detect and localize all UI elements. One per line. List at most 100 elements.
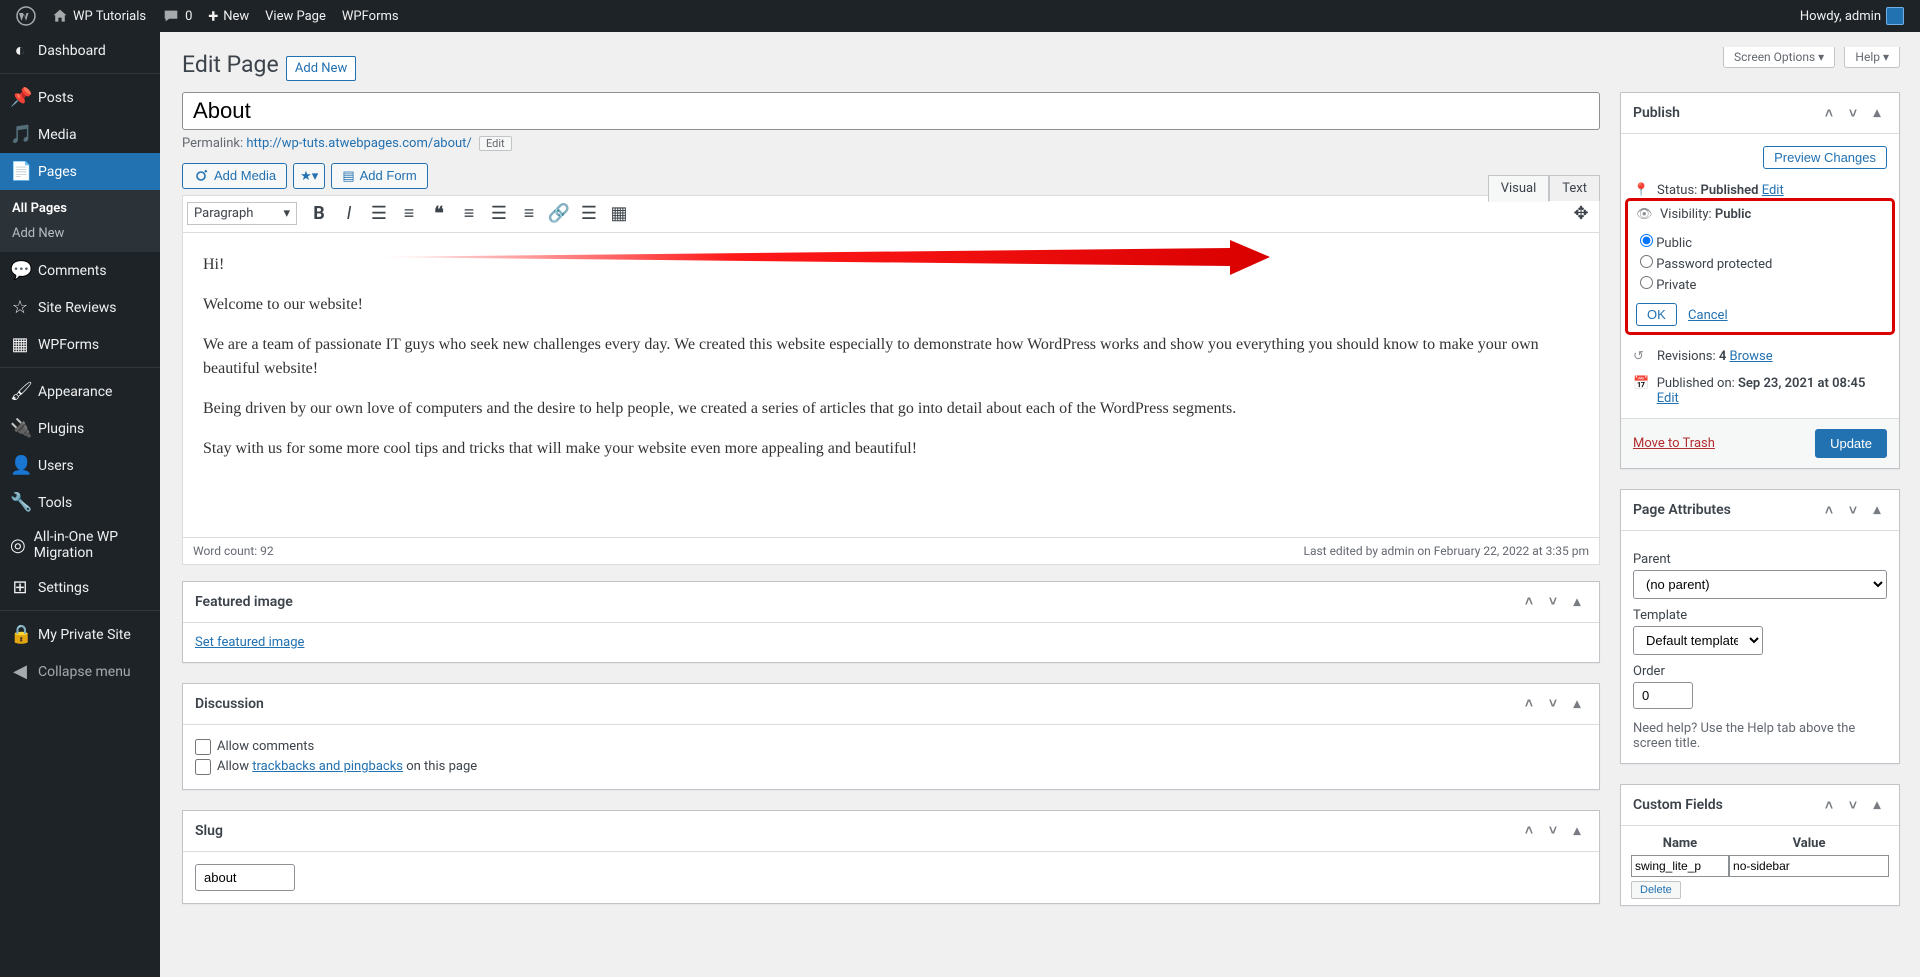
menu-plugins[interactable]: 🔌Plugins	[0, 410, 160, 447]
menu-dashboard[interactable]: ◐Dashboard	[0, 32, 160, 69]
text-tab[interactable]: Text	[1549, 175, 1600, 201]
toolbar-toggle-button[interactable]: ▦	[605, 200, 633, 228]
move-down-icon[interactable]: ˅	[1543, 694, 1563, 714]
move-down-icon[interactable]: ˅	[1843, 500, 1863, 520]
bold-button[interactable]: B	[305, 200, 333, 228]
update-button[interactable]: Update	[1815, 429, 1887, 458]
screen-options-button[interactable]: Screen Options ▾	[1723, 47, 1835, 68]
revisions-browse-link[interactable]: Browse	[1730, 349, 1773, 364]
custom-fields-box: Custom Fields˄˅▴ NameValue Delete	[1620, 784, 1900, 906]
visual-tab[interactable]: Visual	[1488, 175, 1550, 202]
toggle-icon[interactable]: ▴	[1867, 103, 1887, 123]
menu-aio-migration[interactable]: ◎All-in-One WP Migration	[0, 521, 160, 569]
pingbacks-link[interactable]: trackbacks and pingbacks	[252, 759, 403, 774]
visibility-ok-button[interactable]: OK	[1636, 303, 1677, 326]
toggle-icon[interactable]: ▴	[1567, 821, 1587, 841]
move-up-icon[interactable]: ˄	[1819, 103, 1839, 123]
wrench-icon: 🔧	[10, 492, 30, 513]
move-up-icon[interactable]: ˄	[1519, 694, 1539, 714]
form-icon: ▤	[342, 168, 354, 184]
status-edit-link[interactable]: Edit	[1762, 183, 1784, 198]
new-content-link[interactable]: +New	[200, 0, 257, 32]
toggle-icon[interactable]: ▴	[1867, 795, 1887, 815]
parent-select[interactable]: (no parent)	[1633, 570, 1887, 599]
content-editor[interactable]: Hi! Welcome to our website! We are a tea…	[183, 233, 1599, 537]
fullscreen-button[interactable]: ✥	[1567, 200, 1595, 228]
move-down-icon[interactable]: ˅	[1843, 795, 1863, 815]
menu-posts[interactable]: 📌Posts	[0, 79, 160, 116]
menu-settings[interactable]: ⊞Settings	[0, 569, 160, 606]
cf-value-input[interactable]	[1729, 855, 1889, 877]
allow-pingbacks-checkbox[interactable]	[195, 759, 211, 775]
menu-users[interactable]: 👤Users	[0, 447, 160, 484]
star-dropdown-button[interactable]: ★▾	[293, 163, 325, 189]
my-account-link[interactable]: Howdy, admin	[1792, 0, 1912, 32]
wpforms-link[interactable]: WPForms	[334, 0, 407, 32]
move-up-icon[interactable]: ˄	[1519, 592, 1539, 612]
cf-name-input[interactable]	[1631, 855, 1729, 877]
ol-button[interactable]: ≡	[395, 200, 423, 228]
editor-toolbar: Paragraph▾ B I ☰ ≡ ❝ ≡ ☰ ≡ 🔗 ☰ ▦ ✥	[183, 196, 1599, 233]
site-name-link[interactable]: WP Tutorials	[44, 0, 154, 32]
wp-logo[interactable]	[8, 0, 44, 32]
add-form-button[interactable]: ▤ Add Form	[331, 163, 427, 189]
quote-button[interactable]: ❝	[425, 200, 453, 228]
menu-wpforms[interactable]: ▦WPForms	[0, 326, 160, 363]
submenu-all-pages[interactable]: All Pages	[0, 196, 160, 221]
menu-tools[interactable]: 🔧Tools	[0, 484, 160, 521]
move-to-trash-link[interactable]: Move to Trash	[1633, 436, 1715, 451]
readmore-button[interactable]: ☰	[575, 200, 603, 228]
cf-delete-button[interactable]: Delete	[1631, 881, 1681, 899]
date-edit-link[interactable]: Edit	[1657, 391, 1679, 406]
add-new-button[interactable]: Add New	[286, 56, 356, 81]
format-select[interactable]: Paragraph▾	[187, 202, 297, 225]
pin-icon: 📌	[10, 87, 30, 108]
menu-site-reviews[interactable]: ☆Site Reviews	[0, 289, 160, 326]
migration-icon: ◎	[10, 535, 26, 556]
submenu-add-new[interactable]: Add New	[0, 221, 160, 246]
title-input[interactable]	[182, 92, 1600, 130]
dashboard-icon: ◐	[10, 40, 30, 61]
publish-box: Publish˄˅▴ Preview Changes 📍Status: Publ…	[1620, 92, 1900, 469]
move-down-icon[interactable]: ˅	[1543, 821, 1563, 841]
order-input[interactable]	[1633, 682, 1693, 709]
move-down-icon[interactable]: ˅	[1843, 103, 1863, 123]
toggle-icon[interactable]: ▴	[1567, 694, 1587, 714]
move-up-icon[interactable]: ˄	[1519, 821, 1539, 841]
allow-comments-checkbox[interactable]	[195, 739, 211, 755]
template-select[interactable]: Default template	[1633, 626, 1763, 655]
move-down-icon[interactable]: ˅	[1543, 592, 1563, 612]
toggle-icon[interactable]: ▴	[1567, 592, 1587, 612]
collapse-icon: ◀	[10, 661, 30, 682]
permalink-edit-button[interactable]: Edit	[479, 136, 512, 151]
align-left-button[interactable]: ≡	[455, 200, 483, 228]
visibility-private-radio[interactable]	[1640, 276, 1653, 289]
menu-pages[interactable]: 📄Pages	[0, 153, 160, 190]
menu-comments[interactable]: 💬Comments	[0, 252, 160, 289]
menu-collapse[interactable]: ◀Collapse menu	[0, 653, 160, 690]
view-page-link[interactable]: View Page	[257, 0, 334, 32]
help-button[interactable]: Help ▾	[1844, 47, 1900, 68]
menu-private-site[interactable]: 🔒My Private Site	[0, 616, 160, 653]
toggle-icon[interactable]: ▴	[1867, 500, 1887, 520]
visibility-password-radio[interactable]	[1640, 255, 1653, 268]
ul-button[interactable]: ☰	[365, 200, 393, 228]
move-up-icon[interactable]: ˄	[1819, 795, 1839, 815]
align-right-button[interactable]: ≡	[515, 200, 543, 228]
link-button[interactable]: 🔗	[545, 200, 573, 228]
visibility-public-radio[interactable]	[1640, 234, 1653, 247]
comment-icon: 💬	[10, 260, 30, 281]
menu-media[interactable]: 🎵Media	[0, 116, 160, 153]
comments-link[interactable]: 0	[154, 0, 200, 32]
add-media-button[interactable]: Add Media	[182, 163, 287, 189]
preview-changes-button[interactable]: Preview Changes	[1763, 146, 1887, 169]
align-center-button[interactable]: ☰	[485, 200, 513, 228]
slug-input[interactable]	[195, 864, 295, 891]
menu-appearance[interactable]: 🖌Appearance	[0, 373, 160, 410]
italic-button[interactable]: I	[335, 200, 363, 228]
move-up-icon[interactable]: ˄	[1819, 500, 1839, 520]
plugin-icon: 🔌	[10, 418, 30, 439]
set-featured-image-link[interactable]: Set featured image	[195, 635, 304, 650]
visibility-cancel-link[interactable]: Cancel	[1688, 308, 1728, 323]
permalink-link[interactable]: http://wp-tuts.atwebpages.com/about/	[246, 136, 471, 151]
